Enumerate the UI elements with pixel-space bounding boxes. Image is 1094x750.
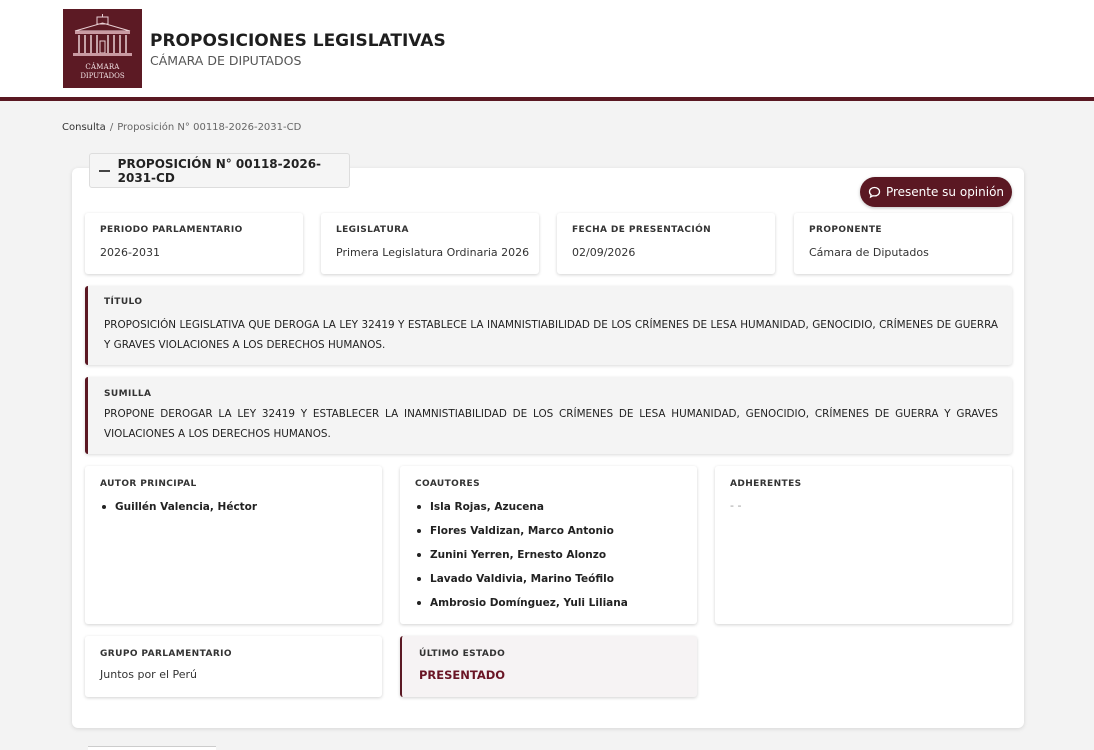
fecha-label: FECHA DE PRESENTACIÓN bbox=[572, 225, 712, 235]
list-item: Isla Rojas, Azucena bbox=[416, 499, 628, 523]
sumilla-section: SUMILLA PROPONE DEROGAR LA LEY 32419 Y E… bbox=[85, 377, 1012, 454]
bottom-button-edge[interactable] bbox=[88, 746, 216, 750]
coautores-card: COAUTORES Isla Rojas, Azucena Flores Val… bbox=[400, 466, 697, 624]
opinion-button-label: Presente su opinión bbox=[885, 185, 1005, 199]
coautores-label: COAUTORES bbox=[415, 479, 480, 489]
titulo-section: TÍTULO PROPOSICIÓN LEGISLATIVA QUE DEROG… bbox=[85, 286, 1012, 365]
list-item: Lavado Valdivia, Marino Teófilo bbox=[416, 571, 628, 595]
collapse-icon bbox=[99, 169, 110, 172]
legislatura-value: Primera Legislatura Ordinaria 2026 bbox=[336, 246, 530, 259]
page-header: CÁMARA DIPUTADOS PROPOSICIONES LEGISLATI… bbox=[0, 0, 1094, 101]
adherentes-value: - - bbox=[730, 499, 742, 512]
breadcrumb-link-consulta[interactable]: Consulta bbox=[62, 122, 106, 133]
proposal-heading: PROPOSICIÓN N° 00118-2026-2031-CD bbox=[117, 156, 322, 185]
estado-label: ÚLTIMO ESTADO bbox=[419, 649, 506, 659]
proponente-value: Cámara de Diputados bbox=[809, 246, 929, 259]
app-subtitle: CÁMARA DE DIPUTADOS bbox=[150, 53, 302, 68]
autor-list: Guillén Valencia, Héctor bbox=[101, 499, 257, 523]
list-item: Zunini Yerren, Ernesto Alonzo bbox=[416, 547, 628, 571]
titulo-label: TÍTULO bbox=[104, 297, 143, 307]
sumilla-text: PROPONE DEROGAR LA LEY 32419 Y ESTABLECE… bbox=[104, 408, 998, 440]
camara-logo[interactable]: CÁMARA DIPUTADOS bbox=[63, 9, 142, 88]
grupo-card: GRUPO PARLAMENTARIO Juntos por el Perú bbox=[85, 636, 382, 697]
app-title: PROPOSICIONES LEGISLATIVAS bbox=[150, 31, 446, 51]
proponente-label: PROPONENTE bbox=[809, 225, 882, 235]
adherentes-label: ADHERENTES bbox=[730, 479, 802, 489]
periodo-label: PERIODO PARLAMENTARIO bbox=[100, 225, 243, 235]
titulo-text: PROPOSICIÓN LEGISLATIVA QUE DEROGA LA LE… bbox=[104, 319, 998, 351]
logo-text: DIPUTADOS bbox=[80, 72, 125, 80]
estado-card: ÚLTIMO ESTADO PRESENTADO bbox=[400, 636, 697, 697]
periodo-card: PERIODO PARLAMENTARIO 2026-2031 bbox=[85, 213, 303, 274]
logo-text: CÁMARA bbox=[85, 63, 120, 71]
list-item: Flores Valdizan, Marco Antonio bbox=[416, 523, 628, 547]
fecha-card: FECHA DE PRESENTACIÓN 02/09/2026 bbox=[557, 213, 775, 274]
grupo-value: Juntos por el Perú bbox=[100, 668, 198, 681]
coautores-list: Isla Rojas, Azucena Flores Valdizan, Mar… bbox=[416, 499, 628, 619]
breadcrumb: Consulta / Proposición N° 00118-2026-2031-… bbox=[62, 122, 301, 133]
breadcrumb-current: Proposición N° 00118-2026-2031-CD bbox=[117, 122, 302, 133]
estado-value: PRESENTADO bbox=[419, 668, 506, 682]
legislatura-card: LEGISLATURA Primera Legislatura Ordinari… bbox=[321, 213, 539, 274]
breadcrumb-separator: / bbox=[109, 122, 114, 133]
sumilla-label: SUMILLA bbox=[104, 389, 152, 399]
adherentes-card: ADHERENTES - - bbox=[715, 466, 1012, 624]
periodo-value: 2026-2031 bbox=[100, 246, 160, 259]
opinion-button[interactable]: Presente su opinión bbox=[860, 177, 1012, 207]
autor-card: AUTOR PRINCIPAL Guillén Valencia, Héctor bbox=[85, 466, 382, 624]
list-item: Ambrosio Domínguez, Yuli Liliana bbox=[416, 595, 628, 619]
collapse-toggle[interactable]: PROPOSICIÓN N° 00118-2026-2031-CD bbox=[89, 153, 350, 188]
grupo-label: GRUPO PARLAMENTARIO bbox=[100, 649, 232, 659]
list-item: Guillén Valencia, Héctor bbox=[101, 499, 257, 523]
legislatura-label: LEGISLATURA bbox=[336, 225, 409, 235]
proponente-card: PROPONENTE Cámara de Diputados bbox=[794, 213, 1012, 274]
chat-icon bbox=[868, 186, 881, 198]
fecha-value: 02/09/2026 bbox=[572, 246, 636, 259]
autor-label: AUTOR PRINCIPAL bbox=[100, 479, 197, 489]
